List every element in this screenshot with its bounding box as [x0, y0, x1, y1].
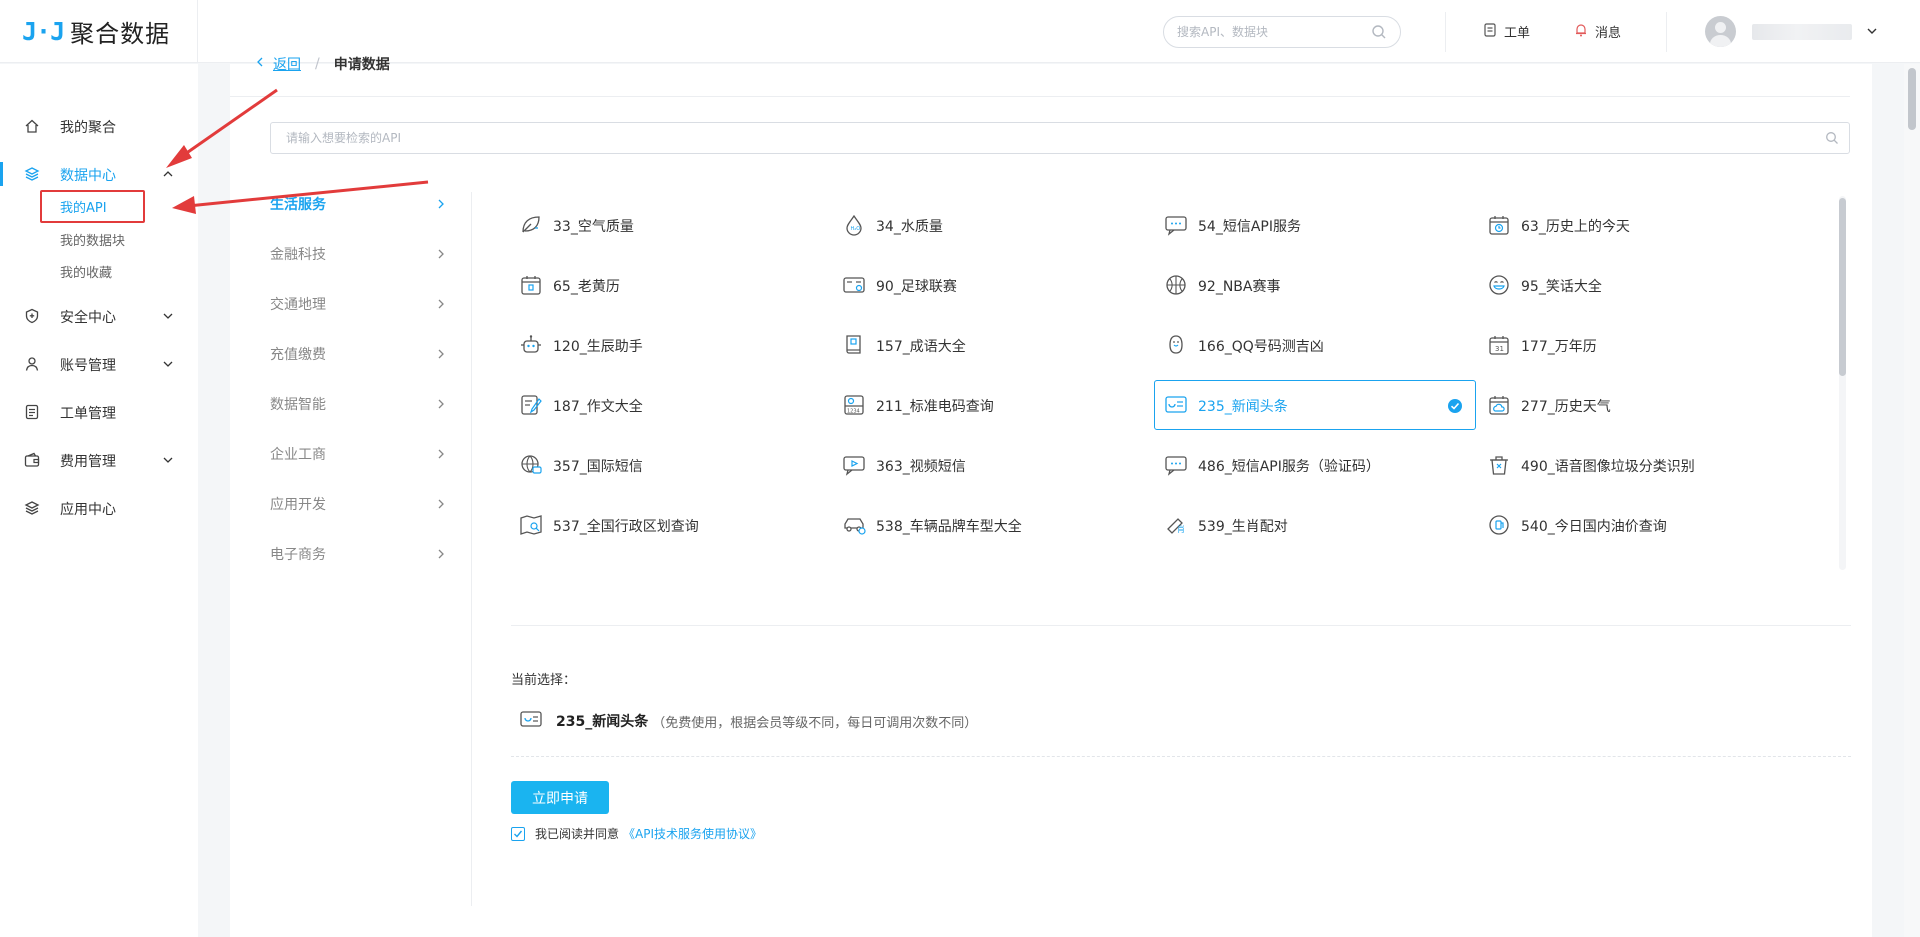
annotation-arrow [187, 180, 429, 208]
annotation-arrowhead [166, 145, 192, 168]
annotation-arrow [177, 88, 278, 161]
annotation-arrowhead [172, 196, 196, 214]
annotation-arrows [166, 88, 429, 214]
